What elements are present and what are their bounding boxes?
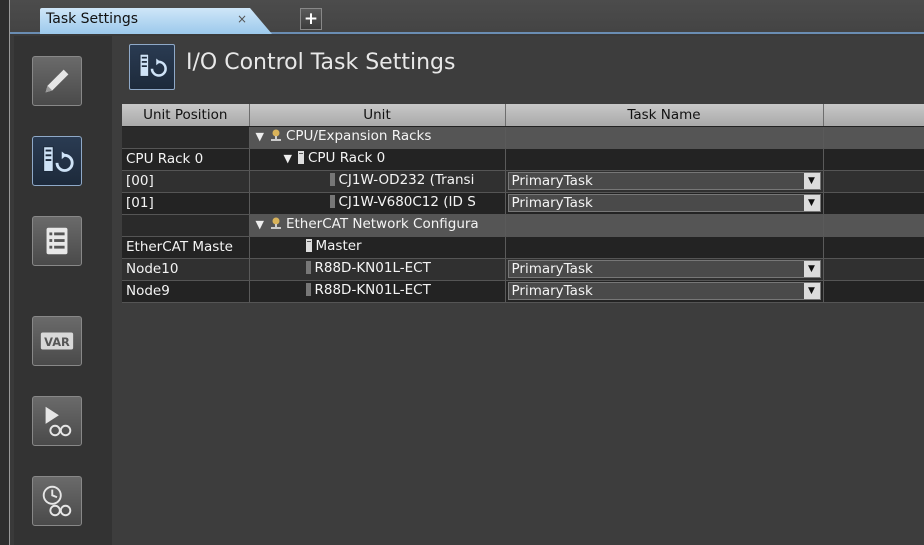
unit-position-cell [122, 126, 250, 149]
table-row[interactable]: [00] CJ1W-OD232 (Transi PrimaryTask ▼ [122, 170, 924, 193]
chevron-down-icon[interactable]: ▼ [803, 261, 820, 277]
unit-label: CJ1W-V680C12 (ID S [338, 194, 476, 210]
task-name-select[interactable]: PrimaryTask ▼ [507, 172, 821, 190]
task-name-cell: PrimaryTask ▼ [505, 170, 824, 193]
unit-label: EtherCAT Network Configura [285, 216, 479, 232]
unit-cell: ▼ CPU/Expansion Racks [249, 126, 506, 149]
chevron-down-icon[interactable]: ▼ [803, 195, 820, 211]
empty-cell [823, 214, 924, 237]
io-task-settings-icon [129, 44, 175, 90]
unit-cell: R88D-KN01L-ECT [249, 280, 506, 303]
io-task-settings-icon[interactable] [32, 136, 82, 186]
table-row[interactable]: EtherCAT Maste Master [122, 236, 924, 259]
unit-cell: R88D-KN01L-ECT [249, 258, 506, 281]
unit-position-cell: [01] [122, 192, 250, 215]
chevron-down-icon[interactable]: ▼ [803, 173, 820, 189]
table-row[interactable]: [01] CJ1W-V680C12 (ID S PrimaryTask ▼ [122, 192, 924, 215]
edit-pencil-icon[interactable] [32, 56, 82, 106]
task-name-select[interactable]: PrimaryTask ▼ [507, 194, 821, 212]
chevron-down-icon[interactable]: ▼ [803, 283, 820, 299]
task-name-cell: PrimaryTask ▼ [505, 258, 824, 281]
unit-cell: ▼ EtherCAT Network Configura [249, 214, 506, 237]
outer-frame [0, 0, 10, 545]
sidebar: VAR [14, 36, 112, 545]
unit-module-icon [305, 261, 311, 278]
table-row[interactable]: ▼ CPU/Expansion Racks [122, 126, 924, 149]
task-name-select[interactable]: PrimaryTask ▼ [507, 282, 821, 300]
unit-position-cell [122, 214, 250, 237]
table-row[interactable]: CPU Rack 0 ▼ CPU Rack 0 [122, 148, 924, 171]
unit-label: R88D-KN01L-ECT [314, 260, 431, 276]
network-node-icon [270, 217, 282, 234]
task-name-select[interactable]: PrimaryTask ▼ [507, 260, 821, 278]
table-row[interactable]: Node10 R88D-KN01L-ECT PrimaryTask ▼ [122, 258, 924, 281]
network-node-icon [270, 129, 282, 146]
table-row[interactable]: ▼ EtherCAT Network Configura [122, 214, 924, 237]
unit-module-icon [305, 283, 311, 300]
rack-icon [297, 151, 304, 168]
empty-cell [823, 192, 924, 215]
table-header: Unit Position Unit Task Name [122, 104, 924, 127]
empty-cell [823, 236, 924, 259]
task-name-value: PrimaryTask [511, 261, 593, 277]
add-tab-button[interactable]: + [300, 8, 322, 30]
unit-cell: CJ1W-OD232 (Transi [249, 170, 506, 193]
column-header-empty [823, 104, 924, 127]
column-header-unit-position[interactable]: Unit Position [122, 104, 250, 127]
expand-triangle-icon[interactable]: ▼ [256, 218, 264, 231]
tab-label: Task Settings [46, 11, 139, 27]
task-name-value: PrimaryTask [511, 283, 593, 299]
main-editor: I/O Control Task Settings Unit Position … [112, 36, 924, 545]
unit-position-cell: [00] [122, 170, 250, 193]
task-name-value: PrimaryTask [511, 195, 593, 211]
unit-label: R88D-KN01L-ECT [314, 282, 431, 298]
variables-icon[interactable]: VAR [32, 316, 82, 366]
unit-label: CPU/Expansion Racks [285, 128, 432, 144]
close-icon[interactable]: × [237, 12, 247, 26]
column-header-unit[interactable]: Unit [249, 104, 506, 127]
task-name-value: PrimaryTask [511, 173, 593, 189]
empty-cell [823, 170, 924, 193]
empty-cell [823, 148, 924, 171]
unit-position-cell: Node9 [122, 280, 250, 303]
tab-bar: Task Settings × + [10, 0, 924, 34]
svg-text:VAR: VAR [44, 335, 70, 349]
list-document-icon[interactable] [32, 216, 82, 266]
unit-position-cell: EtherCAT Maste [122, 236, 250, 259]
unit-label: CPU Rack 0 [307, 150, 386, 166]
task-name-cell: PrimaryTask ▼ [505, 192, 824, 215]
expand-triangle-icon[interactable]: ▼ [284, 152, 292, 165]
task-name-cell: PrimaryTask ▼ [505, 280, 824, 303]
unit-label: Master [315, 238, 362, 254]
unit-cell: ▼ CPU Rack 0 [249, 148, 506, 171]
unit-module-icon [329, 173, 335, 190]
empty-cell [823, 280, 924, 303]
empty-cell [823, 258, 924, 281]
task-name-cell [505, 126, 824, 149]
task-name-cell [505, 236, 824, 259]
task-name-cell [505, 214, 824, 237]
unit-cell: Master [249, 236, 506, 259]
watch-timer-icon[interactable] [32, 476, 82, 526]
tab-task-settings[interactable]: Task Settings × [40, 8, 272, 34]
table-row[interactable]: Node9 R88D-KN01L-ECT PrimaryTask ▼ [122, 280, 924, 303]
io-task-table: Unit Position Unit Task Name ▼ CPU/Expans… [122, 104, 924, 303]
page-title: I/O Control Task Settings [186, 50, 456, 75]
unit-label: CJ1W-OD232 (Transi [338, 172, 475, 188]
master-icon [305, 239, 312, 256]
empty-cell [823, 126, 924, 149]
task-name-cell [505, 148, 824, 171]
watch-run-icon[interactable] [32, 396, 82, 446]
expand-triangle-icon[interactable]: ▼ [256, 130, 264, 143]
column-header-task-name[interactable]: Task Name [505, 104, 824, 127]
unit-position-cell: CPU Rack 0 [122, 148, 250, 171]
unit-module-icon [329, 195, 335, 212]
unit-position-cell: Node10 [122, 258, 250, 281]
unit-cell: CJ1W-V680C12 (ID S [249, 192, 506, 215]
